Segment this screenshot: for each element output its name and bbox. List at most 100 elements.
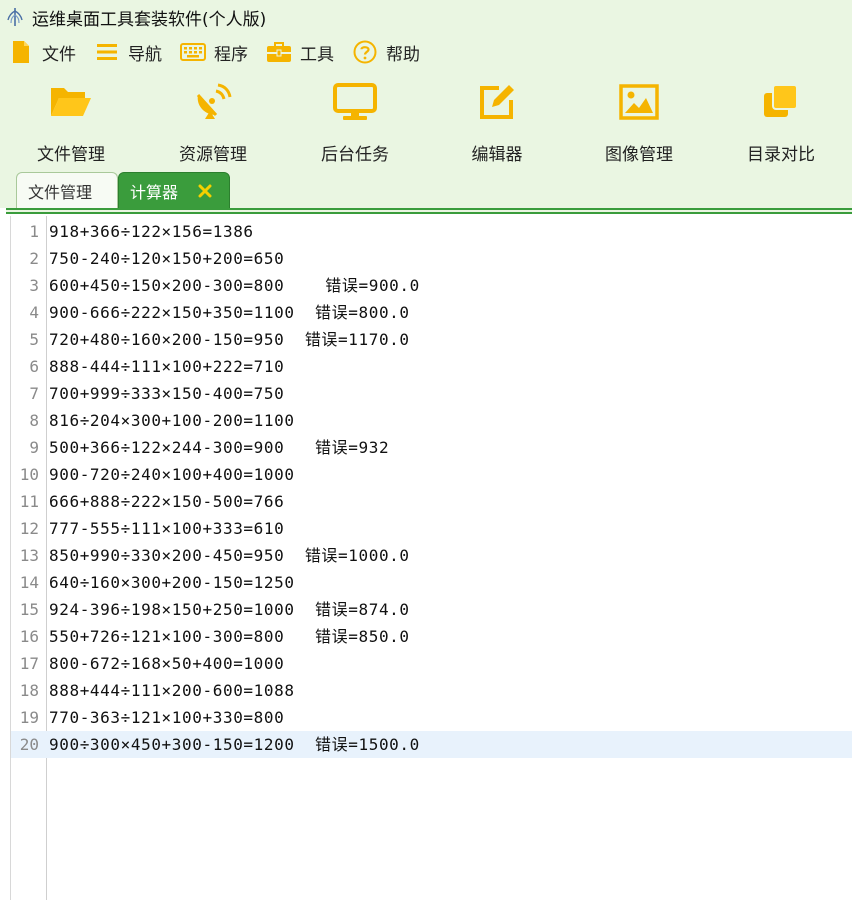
line-number: 11 — [19, 492, 39, 511]
line-number: 1 — [29, 222, 39, 241]
tool-directory-compare[interactable]: 目录对比 — [710, 70, 852, 168]
editor-line[interactable]: 7 700+999÷333×150-400=750 — [11, 380, 852, 407]
editor-line[interactable]: 10 900-720÷240×100+400=1000 — [11, 461, 852, 488]
toolbar: 文件管理 资源管理 后台任务 编辑器 图像管理 目录对比 — [0, 70, 852, 168]
editor-line[interactable]: 1 918+366÷122×156=1386 — [11, 218, 852, 245]
tab-label: 计算器 — [130, 182, 179, 202]
title-bar: 运维桌面工具套装软件(个人版) — [0, 0, 852, 34]
menu-label: 工具 — [300, 44, 334, 65]
tool-editor[interactable]: 编辑器 — [426, 70, 568, 168]
copy-icon — [757, 78, 805, 126]
monitor-icon — [331, 78, 379, 126]
editor-line[interactable]: 13 850+990÷330×200-450=950 错误=1000.0 — [11, 542, 852, 569]
tab-strip: 文件管理 计算器 — [0, 168, 852, 209]
line-text: 888-444÷111×100+222=710 — [49, 357, 285, 376]
line-text: 800-672÷168×50+400=1000 — [49, 654, 285, 673]
menu-file[interactable]: 文件 — [8, 37, 76, 67]
help-icon — [352, 39, 378, 65]
line-number: 20 — [19, 735, 39, 754]
menu-label: 帮助 — [386, 44, 420, 65]
line-number: 10 — [19, 465, 39, 484]
line-text: 900÷300×450+300-150=1200 错误=1500.0 — [49, 735, 420, 754]
folder-open-icon — [47, 78, 95, 126]
line-text: 750-240÷120×150+200=650 — [49, 249, 285, 268]
editor-line[interactable]: 19 770-363÷121×100+330=800 — [11, 704, 852, 731]
editor-line[interactable]: 16 550+726÷121×100-300=800 错误=850.0 — [11, 623, 852, 650]
line-number: 6 — [29, 357, 39, 376]
line-text: 850+990÷330×200-450=950 错误=1000.0 — [49, 546, 410, 565]
menu-navigation[interactable]: 导航 — [94, 37, 162, 67]
keyboard-icon — [180, 39, 206, 65]
edit-icon — [473, 78, 521, 126]
line-text: 924-396÷198×150+250=1000 错误=874.0 — [49, 600, 410, 619]
line-number: 14 — [19, 573, 39, 592]
line-text: 500+366÷122×244-300=900 错误=932 — [49, 438, 390, 457]
line-number: 8 — [29, 411, 39, 430]
editor-line[interactable]: 20 900÷300×450+300-150=1200 错误=1500.0 — [11, 731, 852, 758]
tool-resource-manager[interactable]: 资源管理 — [142, 70, 284, 168]
menu-help[interactable]: 帮助 — [352, 37, 420, 67]
menu-label: 程序 — [214, 44, 248, 65]
editor-line[interactable]: 2 750-240÷120×150+200=650 — [11, 245, 852, 272]
editor-line[interactable]: 5 720+480÷160×200-150=950 错误=1170.0 — [11, 326, 852, 353]
line-number: 3 — [29, 276, 39, 295]
menu-tools[interactable]: 工具 — [266, 37, 334, 67]
tool-label: 编辑器 — [471, 145, 523, 165]
line-number: 5 — [29, 330, 39, 349]
line-number: 2 — [29, 249, 39, 268]
editor-line[interactable]: 18 888+444÷111×200-600=1088 — [11, 677, 852, 704]
line-number: 9 — [29, 438, 39, 457]
menu-label: 导航 — [128, 44, 162, 65]
tool-label: 资源管理 — [179, 145, 247, 165]
image-icon — [615, 78, 663, 126]
close-icon[interactable] — [196, 182, 214, 200]
line-number: 12 — [19, 519, 39, 538]
app-logo-icon — [4, 6, 26, 28]
line-text: 640÷160×300+200-150=1250 — [49, 573, 295, 592]
tab-label: 文件管理 — [28, 183, 93, 202]
line-number: 16 — [19, 627, 39, 646]
editor-line[interactable]: 8 816÷204×300+100-200=1100 — [11, 407, 852, 434]
tool-background-tasks[interactable]: 后台任务 — [284, 70, 426, 168]
line-number: 13 — [19, 546, 39, 565]
editor-line[interactable]: 4 900-666÷222×150+350=1100 错误=800.0 — [11, 299, 852, 326]
editor-line[interactable]: 15 924-396÷198×150+250=1000 错误=874.0 — [11, 596, 852, 623]
line-text: 816÷204×300+100-200=1100 — [49, 411, 295, 430]
line-text: 900-720÷240×100+400=1000 — [49, 465, 295, 484]
tool-image-manager[interactable]: 图像管理 — [568, 70, 710, 168]
line-number: 17 — [19, 654, 39, 673]
document-icon — [8, 39, 34, 65]
menu-bar: 文件 导航 程序 工具 帮助 — [0, 34, 852, 70]
toolbox-icon — [266, 39, 292, 65]
line-number: 7 — [29, 384, 39, 403]
tab-calculator[interactable]: 计算器 — [118, 172, 230, 209]
line-text: 600+450÷150×200-300=800 错误=900.0 — [49, 276, 420, 295]
tab-file-manager[interactable]: 文件管理 — [16, 172, 118, 209]
editor-line[interactable]: 11 666+888÷222×150-500=766 — [11, 488, 852, 515]
tool-label: 文件管理 — [37, 145, 105, 165]
menu-label: 文件 — [42, 44, 76, 65]
tool-label: 目录对比 — [747, 145, 815, 165]
line-text: 888+444÷111×200-600=1088 — [49, 681, 295, 700]
editor-line[interactable]: 12 777-555÷111×100+333=610 — [11, 515, 852, 542]
line-text: 700+999÷333×150-400=750 — [49, 384, 285, 403]
editor-line[interactable]: 14 640÷160×300+200-150=1250 — [11, 569, 852, 596]
line-text: 777-555÷111×100+333=610 — [49, 519, 285, 538]
editor-line[interactable]: 6 888-444÷111×100+222=710 — [11, 353, 852, 380]
editor-line[interactable]: 9 500+366÷122×244-300=900 错误=932 — [11, 434, 852, 461]
line-text: 900-666÷222×150+350=1100 错误=800.0 — [49, 303, 410, 322]
line-number: 15 — [19, 600, 39, 619]
editor-line[interactable]: 17 800-672÷168×50+400=1000 — [11, 650, 852, 677]
line-number: 19 — [19, 708, 39, 727]
menu-program[interactable]: 程序 — [180, 37, 248, 67]
line-number: 4 — [29, 303, 39, 322]
hamburger-icon — [94, 39, 120, 65]
tool-file-manager[interactable]: 文件管理 — [0, 70, 142, 168]
line-text: 720+480÷160×200-150=950 错误=1170.0 — [49, 330, 410, 349]
line-text: 770-363÷121×100+330=800 — [49, 708, 285, 727]
code-editor[interactable]: 1 918+366÷122×156=1386 2 750-240÷120×150+20… — [10, 216, 852, 900]
satellite-dish-icon — [189, 78, 237, 126]
line-text: 550+726÷121×100-300=800 错误=850.0 — [49, 627, 410, 646]
line-text: 918+366÷122×156=1386 — [49, 222, 254, 241]
editor-line[interactable]: 3 600+450÷150×200-300=800 错误=900.0 — [11, 272, 852, 299]
